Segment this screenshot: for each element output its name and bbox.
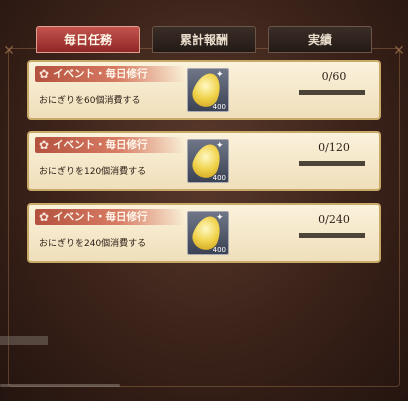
quest-description: おにぎりを120個消費する <box>39 167 147 177</box>
quest-description: おにぎりを60個消費する <box>39 96 141 106</box>
reward-count: 400 <box>212 246 226 254</box>
corner-ornament-icon: ✕ <box>3 43 15 59</box>
quest-category-text: イベント・毎日修行 <box>53 139 148 151</box>
quest-category-label: ✿ イベント・毎日修行 <box>35 137 185 153</box>
scroll-indicator <box>0 384 120 387</box>
flower-icon: ✿ <box>39 210 50 224</box>
sparkle-icon: ✦ <box>216 70 224 80</box>
quest-card[interactable]: ✿ イベント・毎日修行 おにぎりを240個消費する ✦ 400 0/240 <box>27 203 381 263</box>
quest-category-text: イベント・毎日修行 <box>53 211 148 223</box>
progress-text: 0/60 <box>321 70 347 83</box>
progress-bar <box>299 161 365 166</box>
progress-text: 0/120 <box>318 141 350 154</box>
progress-text: 0/240 <box>318 213 350 226</box>
sparkle-icon: ✦ <box>216 213 224 223</box>
background-bar <box>0 336 48 345</box>
quest-category-text: イベント・毎日修行 <box>53 68 148 80</box>
tab-daily-missions[interactable]: 毎日任務 <box>36 26 140 53</box>
progress-bar <box>299 90 365 95</box>
quest-card[interactable]: ✿ イベント・毎日修行 おにぎりを60個消費する ✦ 400 0/60 <box>27 60 381 120</box>
reward-item[interactable]: ✦ 400 <box>187 139 229 183</box>
corner-ornament-icon: ✕ <box>393 43 405 59</box>
quest-description: おにぎりを240個消費する <box>39 239 147 249</box>
reward-item[interactable]: ✦ 400 <box>187 211 229 255</box>
reward-count: 400 <box>212 103 226 111</box>
reward-count: 400 <box>212 174 226 182</box>
quest-category-label: ✿ イベント・毎日修行 <box>35 209 185 225</box>
sparkle-icon: ✦ <box>216 141 224 151</box>
quest-category-label: ✿ イベント・毎日修行 <box>35 66 185 82</box>
progress-bar <box>299 233 365 238</box>
flower-icon: ✿ <box>39 67 50 81</box>
reward-item[interactable]: ✦ 400 <box>187 68 229 112</box>
tab-achievements[interactable]: 実績 <box>268 26 372 53</box>
flower-icon: ✿ <box>39 138 50 152</box>
tab-bar: 毎日任務 累計報酬 実績 <box>36 26 372 54</box>
quest-card[interactable]: ✿ イベント・毎日修行 おにぎりを120個消費する ✦ 400 0/120 <box>27 131 381 191</box>
tab-cumulative-rewards[interactable]: 累計報酬 <box>152 26 256 53</box>
